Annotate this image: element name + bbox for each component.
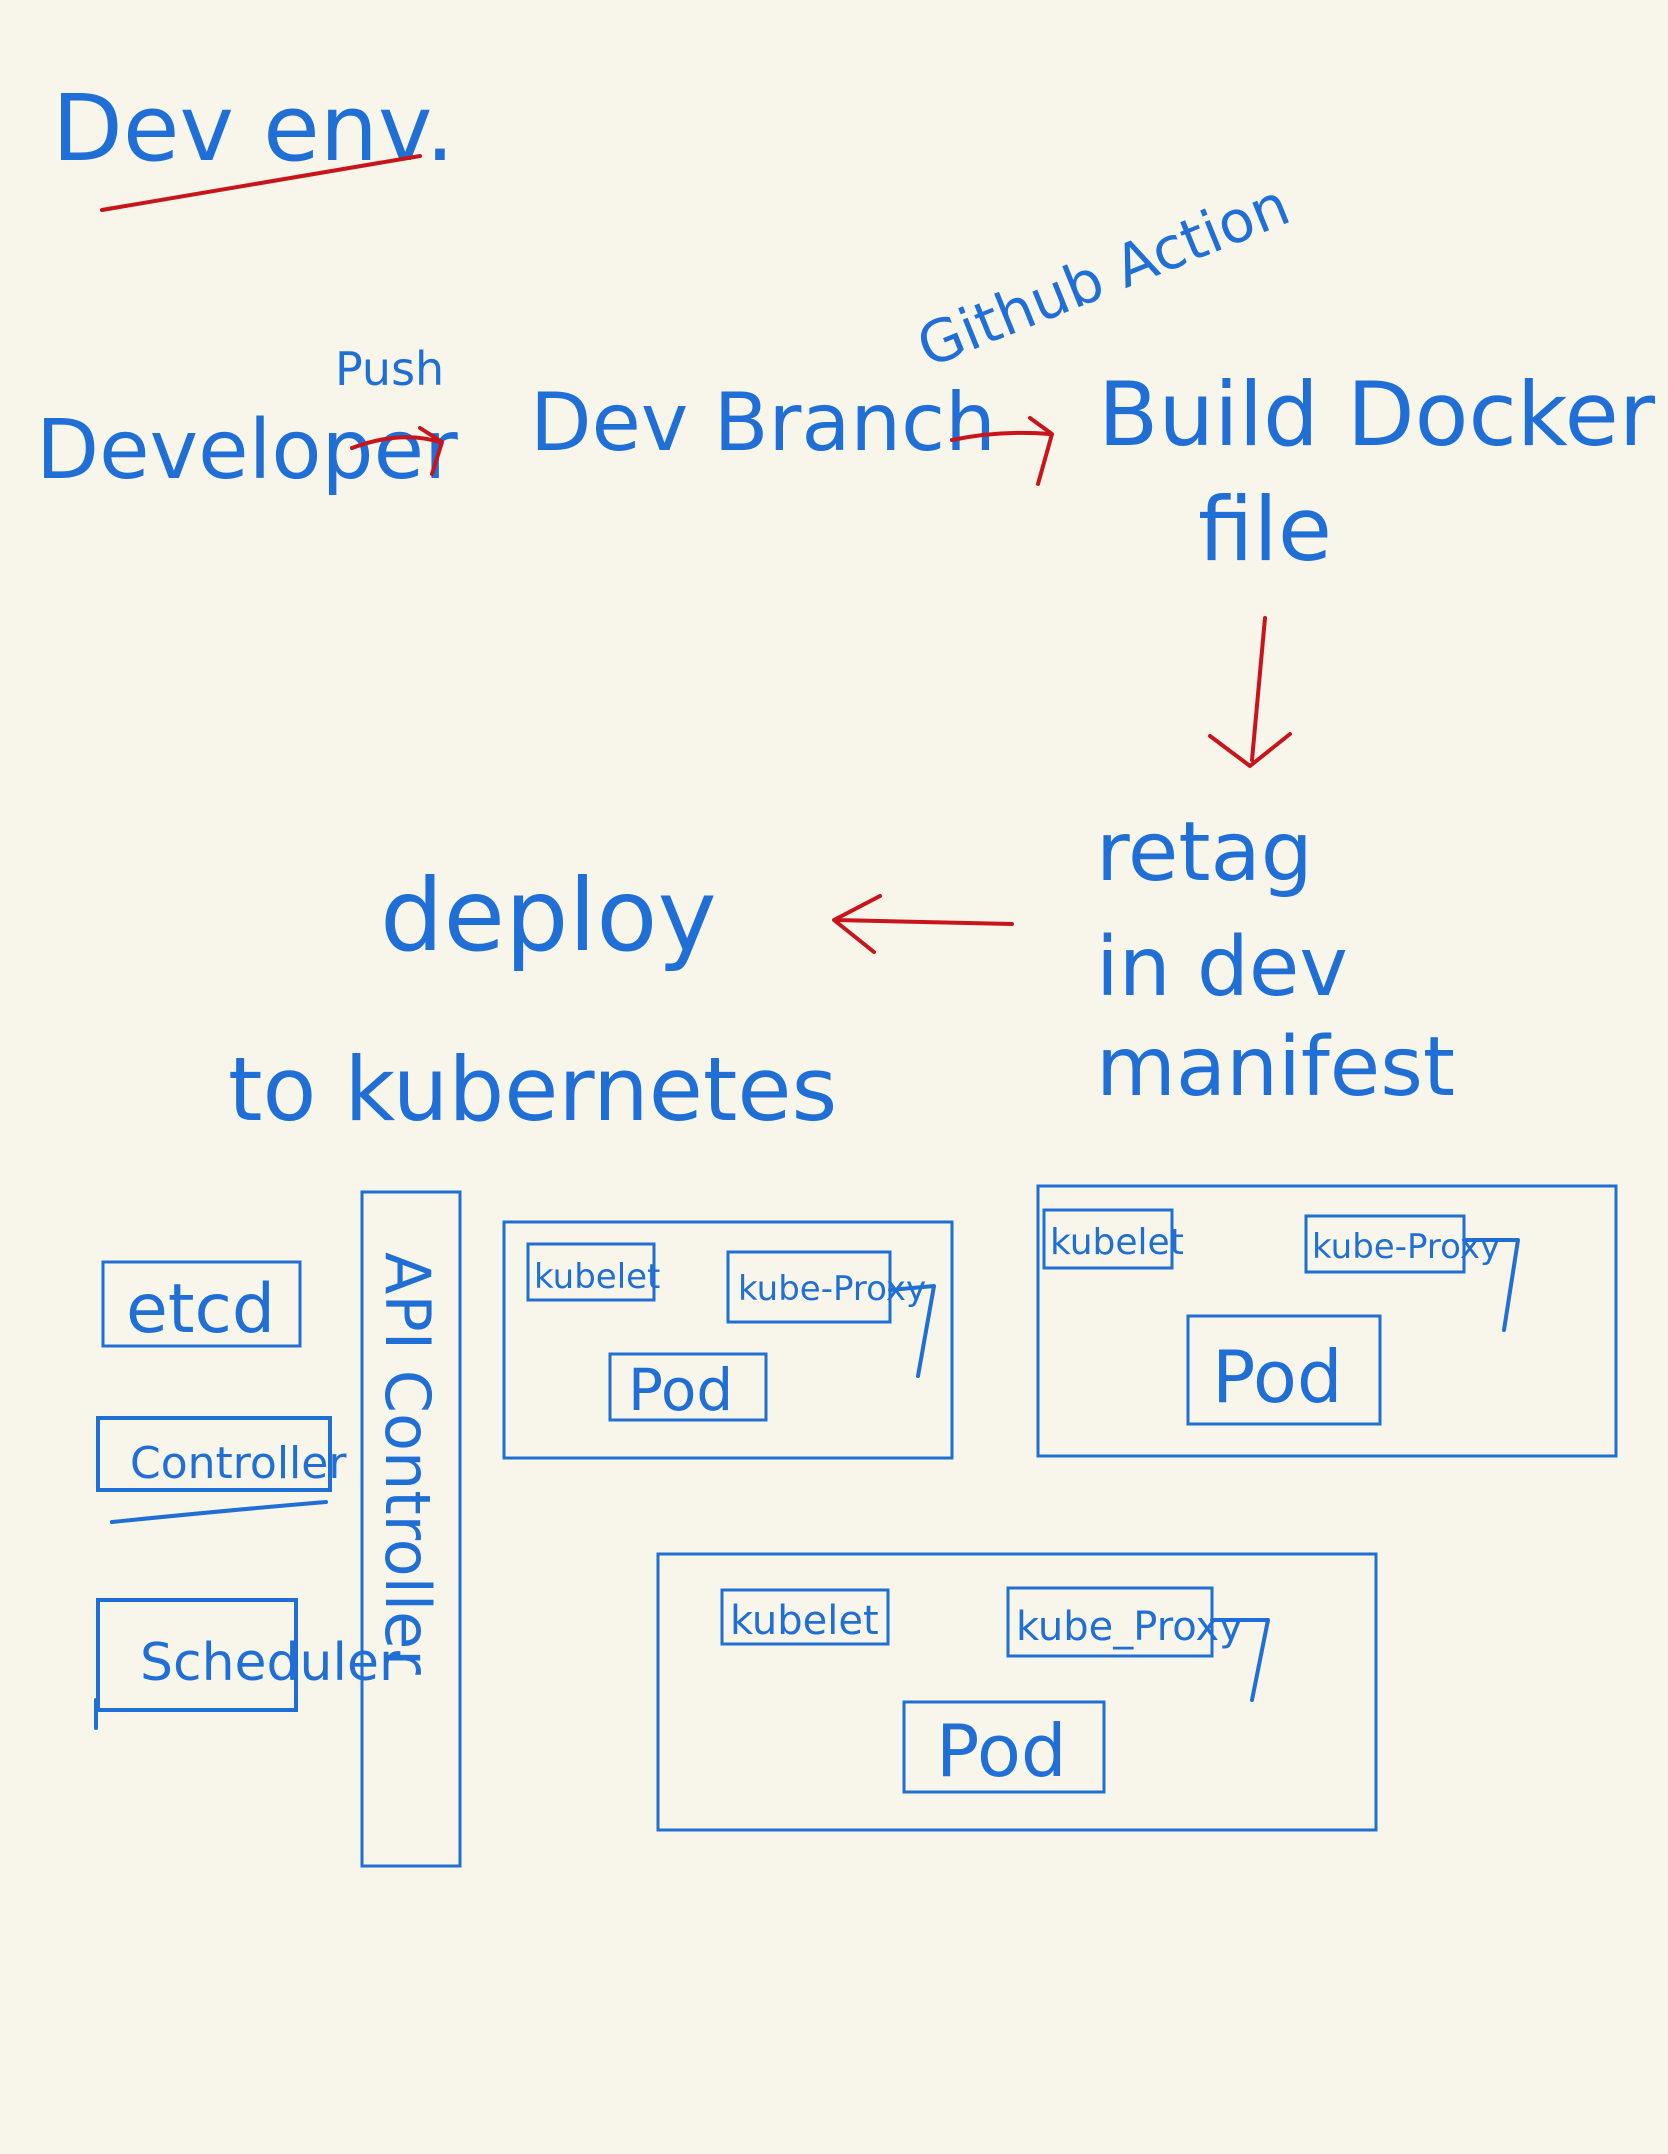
node-2-pod-label: Pod bbox=[1212, 1335, 1343, 1419]
dev-branch-label: Dev Branch bbox=[530, 376, 996, 469]
controller-underline bbox=[110, 1500, 328, 1524]
deploy-line1: deploy bbox=[380, 857, 717, 974]
title-text: Dev env. bbox=[52, 75, 455, 182]
node-3-pod-label: Pod bbox=[936, 1709, 1067, 1793]
node-3-kubelet-label: kubelet bbox=[730, 1598, 879, 1644]
retag-line1: retag bbox=[1096, 805, 1313, 900]
node-2-kubelet-label: kubelet bbox=[1050, 1222, 1184, 1263]
api-controller-label: API Controller bbox=[371, 1252, 444, 1675]
build-docker-line1: Build Docker bbox=[1098, 363, 1656, 466]
left-arrow bbox=[832, 894, 1014, 954]
whiteboard-canvas: Dev env. Developer Push Dev Branch Githu… bbox=[36, 75, 1656, 1868]
retag-line3: manifest bbox=[1096, 1020, 1455, 1115]
controller-label: Controller bbox=[130, 1438, 347, 1489]
node-1-pod-label: Pod bbox=[628, 1356, 733, 1424]
node-3-kube-proxy-label: kube_Proxy bbox=[1016, 1604, 1243, 1650]
node-1-kubelet-label: kubelet bbox=[534, 1257, 660, 1297]
down-arrow bbox=[1208, 616, 1292, 768]
retag-line2: in dev bbox=[1096, 920, 1348, 1015]
node-2-kube-proxy-label: kube-Proxy bbox=[1312, 1227, 1500, 1267]
developer-label: Developer bbox=[36, 403, 458, 498]
etcd-label: etcd bbox=[126, 1270, 275, 1349]
push-label: Push bbox=[335, 342, 444, 396]
deploy-line2: to kubernetes bbox=[228, 1038, 837, 1141]
build-docker-line2: file bbox=[1198, 478, 1332, 581]
github-action-label: Github Action bbox=[908, 170, 1299, 381]
